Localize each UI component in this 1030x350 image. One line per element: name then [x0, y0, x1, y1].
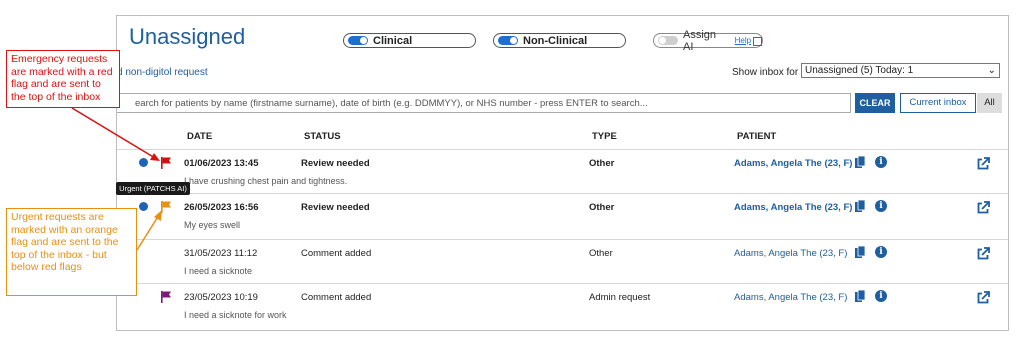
info-icon[interactable]: i: [875, 246, 887, 258]
open-external-icon[interactable]: [977, 247, 990, 260]
column-header-date[interactable]: DATE: [187, 131, 212, 142]
request-message: I need a sicknote: [184, 266, 253, 276]
request-message: I need a sicknote for work: [184, 310, 287, 320]
request-status: Comment added: [301, 292, 372, 303]
inbox-select-value: Unassigned (5) Today: 1: [805, 65, 914, 76]
request-type: Admin request: [589, 292, 651, 303]
request-message: I have crushing chest pain and tightness…: [184, 176, 348, 186]
info-icon[interactable]: i: [875, 290, 887, 302]
clinical-toggle-label: Clinical: [373, 34, 413, 47]
request-type: Other: [589, 158, 615, 169]
flag-tooltip: Urgent (PATCHS AI): [116, 182, 190, 195]
non-clinical-toggle[interactable]: Non-Clinical: [493, 33, 626, 48]
divider: [117, 283, 1008, 284]
assign-ai-toggle[interactable]: Assign AI Help: [653, 29, 763, 53]
show-inbox-label: Show inbox for: [732, 67, 799, 78]
open-external-icon[interactable]: [977, 201, 990, 214]
all-button[interactable]: All: [977, 93, 1002, 113]
external-link-icon: [753, 37, 762, 46]
page-title: Unassigned: [129, 24, 246, 49]
request-type: Other: [589, 248, 613, 259]
unread-dot-icon: [139, 158, 148, 167]
current-inbox-button[interactable]: Current inbox: [900, 93, 976, 113]
request-message: My eyes swell: [184, 220, 241, 230]
document-copy-icon[interactable]: [855, 290, 865, 302]
column-header-patient[interactable]: PATIENT: [737, 131, 776, 142]
chevron-down-icon: ⌄: [987, 65, 996, 76]
request-date: 01/06/2023 13:45: [184, 158, 259, 169]
request-date: 23/05/2023 10:19: [184, 292, 258, 303]
divider: [117, 149, 1008, 150]
red-flag-icon: [161, 157, 171, 169]
patient-link[interactable]: Adams, Angela The (23, F): [734, 248, 847, 259]
clear-button[interactable]: CLEAR: [855, 93, 895, 113]
document-copy-icon[interactable]: [855, 156, 865, 168]
divider: [117, 193, 1008, 194]
inbox-panel: Unassigned Clinical Non-Clinical Assign …: [116, 15, 1009, 331]
info-icon[interactable]: i: [875, 200, 887, 212]
patient-link[interactable]: Adams, Angela The (23, F): [734, 292, 847, 303]
toggle-switch-icon: [498, 36, 518, 45]
help-link[interactable]: Help: [735, 36, 751, 45]
request-status: Review needed: [301, 158, 370, 169]
request-date: 31/05/2023 11:12: [184, 248, 258, 259]
request-status: Comment added: [301, 248, 372, 259]
toggle-switch-icon: [348, 36, 368, 45]
urgent-callout: Urgent requests are marked with an orang…: [6, 208, 137, 296]
request-date: 26/05/2023 16:56: [184, 202, 259, 213]
inbox-select[interactable]: Unassigned (5) Today: 1 ⌄: [801, 63, 1000, 78]
column-header-type[interactable]: TYPE: [592, 131, 617, 142]
open-external-icon[interactable]: [977, 291, 990, 304]
assign-ai-label: Assign AI: [683, 28, 717, 53]
patient-link[interactable]: Adams, Angela The (23, F): [734, 158, 852, 169]
info-icon[interactable]: i: [875, 156, 887, 168]
orange-flag-icon: [161, 201, 171, 213]
request-status: Review needed: [301, 202, 370, 213]
open-external-icon[interactable]: [977, 157, 990, 170]
document-copy-icon[interactable]: [855, 246, 865, 258]
unread-dot-icon: [139, 202, 148, 211]
document-copy-icon[interactable]: [855, 200, 865, 212]
search-input[interactable]: earch for patients by name (firstname su…: [117, 93, 851, 113]
purple-flag-icon: [161, 291, 171, 303]
clinical-toggle[interactable]: Clinical: [343, 33, 476, 48]
non-clinical-toggle-label: Non-Clinical: [523, 34, 588, 47]
emergency-callout: Emergency requests are marked with a red…: [6, 50, 120, 108]
patient-link[interactable]: Adams, Angela The (23, F): [734, 202, 852, 213]
divider: [117, 239, 1008, 240]
request-type: Other: [589, 202, 615, 213]
add-non-digital-request-link[interactable]: d non-digitol request: [117, 67, 208, 78]
column-header-status[interactable]: STATUS: [304, 131, 341, 142]
toggle-switch-icon: [658, 36, 678, 45]
